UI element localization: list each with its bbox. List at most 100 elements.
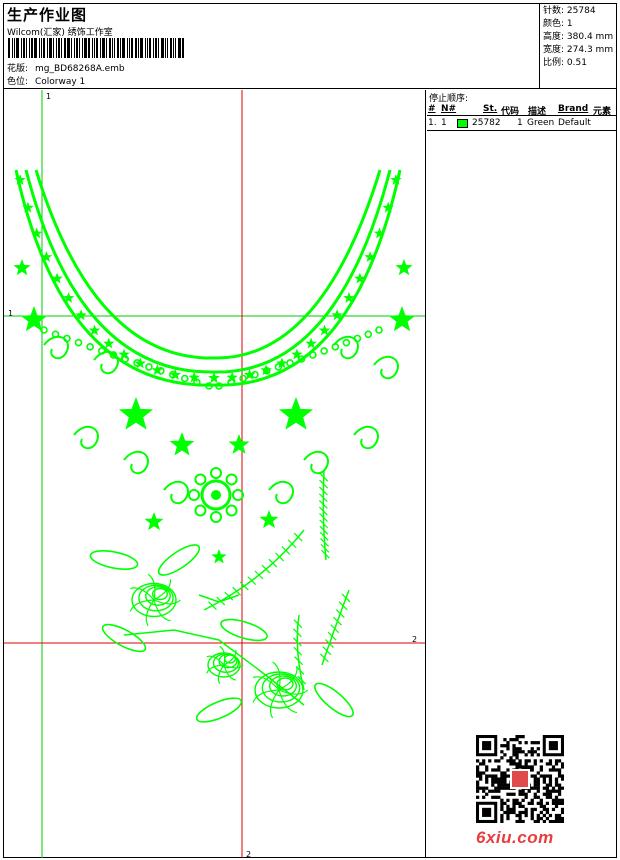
flower-star — [395, 259, 413, 276]
qr-module — [536, 741, 540, 745]
qr-module — [518, 750, 522, 754]
barcode-bar — [112, 38, 113, 58]
flower-star — [118, 397, 154, 430]
qr-module — [500, 798, 504, 802]
qr-module — [476, 783, 480, 787]
qr-module — [557, 786, 562, 790]
qr-module — [530, 747, 534, 751]
flower-star — [278, 397, 314, 430]
qr-module — [482, 789, 486, 793]
qr-module — [560, 801, 564, 805]
qr-module — [554, 801, 559, 805]
qr-module — [533, 777, 537, 781]
qr-module — [482, 786, 486, 790]
qr-module — [545, 795, 550, 799]
flower-star — [388, 306, 416, 332]
lace-scroll — [73, 425, 99, 450]
barcode-bar — [138, 38, 139, 58]
qr-module — [548, 762, 553, 766]
qr-module — [545, 774, 550, 778]
qr-module — [557, 798, 562, 802]
qr-logo — [512, 771, 528, 787]
barcode-bar — [167, 38, 168, 58]
qr-module — [530, 768, 534, 772]
qr-module — [542, 807, 546, 812]
qr-module — [506, 816, 510, 821]
barcode-bar — [58, 38, 60, 58]
qr-module — [497, 765, 501, 769]
qr-module — [530, 810, 534, 815]
sequence-header-row: # N# St. 代码 描述 Brand 元素 — [427, 103, 616, 117]
neckline-band-left — [24, 169, 215, 374]
qr-module — [503, 774, 507, 778]
barcode-bar — [120, 38, 121, 58]
qr-module — [548, 795, 553, 799]
barcode-bar — [161, 38, 164, 58]
barcode-bar — [29, 38, 30, 58]
qr-module — [512, 810, 516, 815]
flower-star — [13, 259, 31, 276]
qr-module — [539, 804, 543, 809]
qr-module — [482, 771, 486, 775]
qr-module — [500, 786, 504, 790]
qr-module — [524, 759, 528, 763]
qr-module — [509, 807, 513, 812]
lace-scroll — [163, 480, 189, 505]
qr-module — [557, 816, 562, 821]
qr-module — [500, 771, 504, 775]
qr-module — [503, 777, 507, 781]
qr-module — [530, 750, 534, 754]
qr-module — [539, 798, 543, 802]
design-stats: 针数: 25784 颜色: 1 高度: 380.4 mm 宽度: 274.3 m… — [541, 4, 616, 89]
qr-module — [476, 771, 480, 775]
qr-finder — [482, 807, 492, 817]
qr-module — [506, 810, 510, 815]
barcode-bar — [56, 38, 57, 58]
qr-module — [515, 819, 519, 823]
qr-module — [506, 807, 510, 812]
qr-module — [491, 789, 495, 793]
lace-chain-right — [375, 326, 383, 334]
barcode-bar — [88, 38, 90, 58]
qr-module — [557, 759, 562, 763]
flower-star — [259, 510, 279, 529]
col-num: # — [428, 104, 436, 114]
qr-module — [512, 738, 516, 742]
qr-module — [503, 801, 507, 805]
qr-module — [548, 789, 553, 793]
production-sheet: 生产作业图 Wilcom(汇家) 绣饰工作室 花版: mg_BD68268A.em… — [3, 3, 617, 858]
qr-module — [542, 780, 546, 784]
qr-module — [551, 819, 556, 823]
qr-module — [509, 756, 513, 760]
qr-module — [506, 774, 510, 778]
barcode-bar — [127, 38, 128, 58]
qr-module — [521, 789, 525, 793]
stat-height: 高度: 380.4 mm — [543, 32, 614, 42]
qr-module — [476, 768, 480, 772]
qr-module — [536, 780, 540, 784]
qr-module — [509, 738, 513, 742]
qr-module — [512, 750, 516, 754]
qr-module — [509, 810, 513, 815]
lace-scroll — [373, 355, 399, 380]
qr-module — [527, 765, 531, 769]
qr-module — [485, 786, 489, 790]
sequence-row: 1. 1 25782 1 Green Default — [427, 117, 616, 131]
qr-module — [518, 759, 522, 763]
pattern-label: 花版: — [7, 64, 29, 74]
sheet-subtitle: Wilcom(汇家) 绣饰工作室 — [7, 28, 113, 38]
qr-module — [539, 801, 543, 805]
qr-module — [518, 792, 522, 796]
qr-module — [503, 810, 507, 815]
qr-module — [530, 798, 534, 802]
qr-module — [518, 735, 522, 739]
qr-module — [554, 789, 559, 793]
qr-module — [554, 759, 559, 763]
flower-star — [169, 432, 195, 456]
qr-module — [533, 807, 537, 812]
qr-module — [494, 780, 498, 784]
qr-module — [491, 777, 495, 781]
qr-module — [536, 816, 540, 821]
qr-module — [512, 759, 516, 763]
qr-module — [554, 762, 559, 766]
